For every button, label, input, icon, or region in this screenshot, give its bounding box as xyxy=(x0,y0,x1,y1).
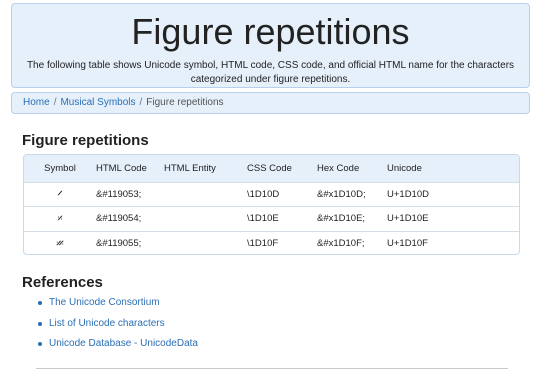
references-title: References xyxy=(22,274,103,291)
header-css-code: CSS Code xyxy=(247,162,292,174)
css-code-cell: \1D10E xyxy=(247,213,279,225)
symbol-cell: 𝄏 xyxy=(56,236,64,250)
breadcrumb-musical-symbols-link[interactable]: Musical Symbols xyxy=(60,97,135,108)
unicode-cell: U+1D10F xyxy=(387,238,428,249)
breadcrumb-separator: / xyxy=(53,97,57,108)
reference-link-unicode-characters[interactable]: List of Unicode characters xyxy=(49,318,165,329)
table-row: 𝄎 &#119054; \1D10E &#x1D10E; U+1D10E xyxy=(24,206,519,232)
symbols-table: Symbol HTML Code HTML Entity CSS Code He… xyxy=(24,155,519,254)
header-hex-code: Hex Code xyxy=(317,162,360,174)
breadcrumb-current: Figure repetitions xyxy=(146,97,224,108)
css-code-cell: \1D10D xyxy=(247,188,280,200)
html-code-cell: &#119054; xyxy=(96,213,142,225)
table-row: 𝄏 &#119055; \1D10F &#x1D10F; U+1D10F xyxy=(24,231,519,254)
list-item: The Unicode Consortium xyxy=(38,296,198,317)
table-row: 𝄍 &#119053; \1D10D &#x1D10D; U+1D10D xyxy=(24,182,519,207)
breadcrumb: Home / Musical Symbols / Figure repetitions xyxy=(11,92,530,114)
page-description: The following table shows Unicode symbol… xyxy=(26,60,515,85)
html-code-cell: &#119055; xyxy=(96,238,142,249)
list-item: Unicode Database - UnicodeData xyxy=(38,337,198,358)
hex-code-cell: &#x1D10F; xyxy=(317,238,365,249)
html-entity-cell xyxy=(164,207,247,232)
breadcrumb-separator: / xyxy=(139,97,143,108)
css-code-cell: \1D10F xyxy=(247,238,279,249)
unicode-cell: U+1D10E xyxy=(387,213,429,225)
reference-link-unicode-database[interactable]: Unicode Database - UnicodeData xyxy=(49,338,198,349)
html-entity-cell xyxy=(164,231,247,254)
header-unicode: Unicode xyxy=(387,162,422,174)
header-symbol: Symbol xyxy=(44,162,76,174)
hex-code-cell: &#x1D10E; xyxy=(317,213,366,225)
header-html-entity: HTML Entity xyxy=(164,162,216,174)
list-item: List of Unicode characters xyxy=(38,317,198,338)
unicode-cell: U+1D10D xyxy=(387,188,429,200)
symbol-cell: 𝄍 xyxy=(57,187,63,201)
references-list: The Unicode Consortium List of Unicode c… xyxy=(38,296,198,358)
table-header-row: Symbol HTML Code HTML Entity CSS Code He… xyxy=(24,155,519,182)
page-title: Figure repetitions xyxy=(131,11,410,52)
symbol-cell: 𝄎 xyxy=(57,211,63,225)
breadcrumb-home-link[interactable]: Home xyxy=(23,97,50,108)
hex-code-cell: &#x1D10D; xyxy=(317,188,366,200)
header-html-code: HTML Code xyxy=(96,162,147,174)
html-code-cell: &#119053; xyxy=(96,188,142,200)
symbols-table-container: Symbol HTML Code HTML Entity CSS Code He… xyxy=(23,154,520,255)
footer-divider xyxy=(36,368,508,369)
page-header: Figure repetitions The following table s… xyxy=(11,3,530,88)
html-entity-cell xyxy=(164,182,247,207)
section-title: Figure repetitions xyxy=(22,132,149,149)
reference-link-unicode-consortium[interactable]: The Unicode Consortium xyxy=(49,297,160,308)
